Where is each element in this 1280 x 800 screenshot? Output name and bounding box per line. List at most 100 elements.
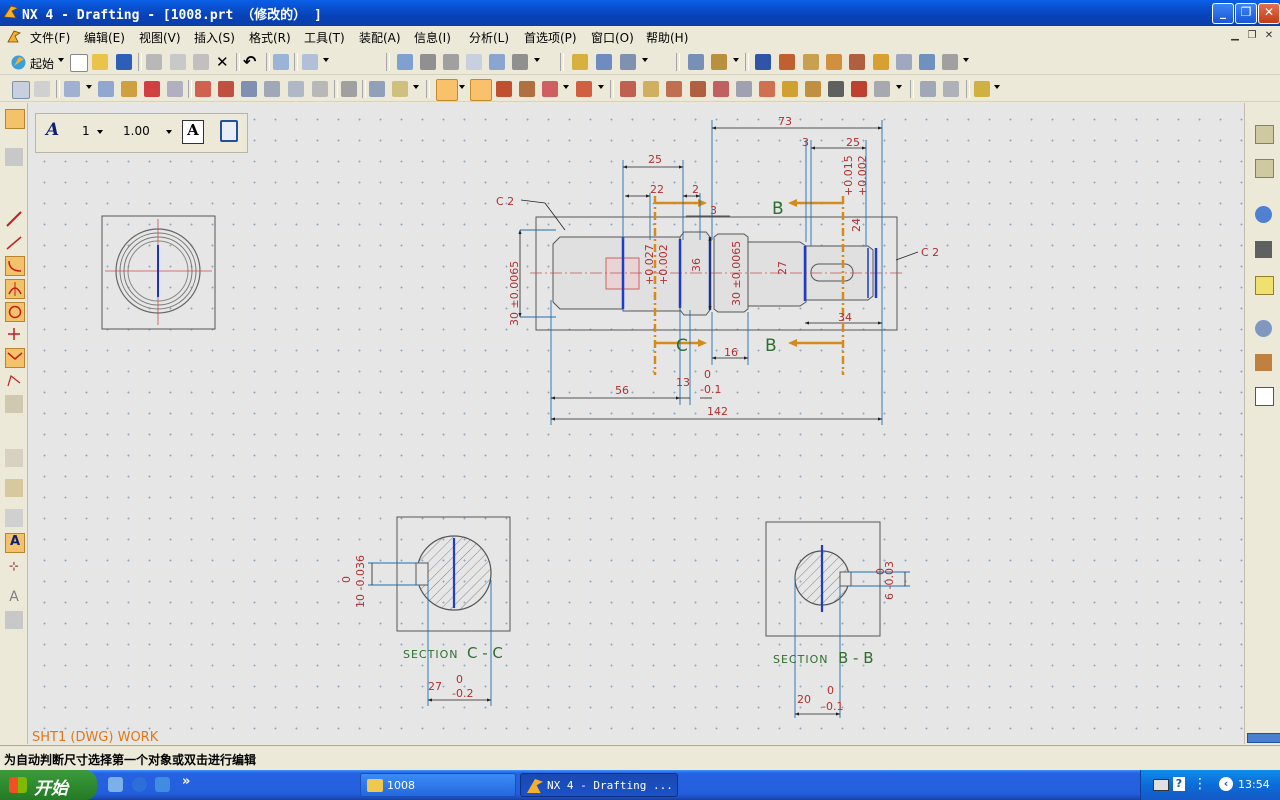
hatch-icon[interactable] <box>873 54 889 70</box>
dim-13[interactable]: 13 <box>676 376 690 389</box>
dim-dia-36[interactable]: 36 <box>690 258 703 272</box>
restore-button[interactable]: ❐ <box>1235 3 1257 24</box>
repeat-command-icon[interactable] <box>273 54 289 70</box>
render-style-icon[interactable] <box>512 54 528 70</box>
parts-list-icon[interactable] <box>942 54 958 70</box>
bb-dim-6[interactable]: 6 -0.03 <box>883 561 896 600</box>
dropdown-icon[interactable] <box>323 58 329 62</box>
view-dependent-edit-icon[interactable] <box>264 81 280 97</box>
part-navigator-icon[interactable] <box>1255 159 1274 178</box>
start-button[interactable]: 开始 <box>0 770 97 800</box>
web-browser-icon[interactable] <box>1255 206 1272 223</box>
dim-dia-24[interactable]: 24 <box>850 218 863 232</box>
menu-preferences[interactable]: 首选项(P) <box>524 29 577 46</box>
symbol-icon[interactable] <box>779 54 795 70</box>
line-weight-value[interactable]: 1 <box>82 124 90 138</box>
dim-56[interactable]: 56 <box>615 384 629 397</box>
menu-info[interactable]: 信息(I) <box>414 29 451 46</box>
assembly-navigator-icon[interactable] <box>1255 125 1274 144</box>
dim-tol-015[interactable]: +0.015 <box>842 155 855 196</box>
dim-tol-002-left[interactable]: +0.002 <box>657 244 670 285</box>
fillet-icon[interactable] <box>5 348 25 368</box>
menu-file[interactable]: 文件(F) <box>30 29 70 46</box>
menu-format[interactable]: 格式(R) <box>249 29 291 46</box>
trim-icon[interactable] <box>5 449 23 467</box>
chamfer-c2-left[interactable]: C 2 <box>496 195 514 208</box>
measure-angle-icon[interactable] <box>711 54 727 70</box>
crosshatch-icon[interactable] <box>874 81 890 97</box>
chamfer-icon[interactable] <box>5 371 23 389</box>
text-edit-icon[interactable]: A <box>5 533 25 553</box>
pan-icon[interactable] <box>443 54 459 70</box>
break-view-icon[interactable] <box>167 81 183 97</box>
dim-13-upper[interactable]: 0 <box>704 368 711 381</box>
dim-13-lower[interactable]: -0.1 <box>700 383 721 396</box>
dropdown-icon[interactable] <box>642 58 648 62</box>
menu-assembly[interactable]: 装配(A) <box>359 29 401 46</box>
new-sheet-icon[interactable] <box>12 81 30 99</box>
target-point-icon[interactable] <box>851 81 867 97</box>
bb-dim-20-lower[interactable]: -0.1 <box>822 700 843 713</box>
zoom-icon[interactable] <box>420 54 436 70</box>
offset-icon[interactable] <box>5 395 23 413</box>
layout-icon[interactable] <box>369 81 385 97</box>
volume-icon[interactable]: ⋮ <box>1193 776 1207 792</box>
taskbar-item-nx[interactable]: NX 4 - Drafting ... <box>520 773 678 797</box>
dropdown-icon[interactable] <box>733 58 739 62</box>
menu-insert[interactable]: 插入(S) <box>194 29 235 46</box>
ortho-icon[interactable]: ⊹ <box>5 558 23 576</box>
horizontal-dimension-icon[interactable] <box>470 79 492 101</box>
dim-34[interactable]: 34 <box>838 311 852 324</box>
apply-icon[interactable] <box>220 120 238 142</box>
projected-view-icon[interactable] <box>98 81 114 97</box>
chamfer-dimension-icon[interactable] <box>519 81 535 97</box>
copy-icon[interactable] <box>170 54 186 70</box>
minimize-button[interactable]: _ <box>1212 3 1234 24</box>
text-editor-icon[interactable]: A <box>182 120 204 144</box>
menu-view[interactable]: 视图(V) <box>139 29 181 46</box>
start-button-label[interactable]: 起始 <box>30 55 54 72</box>
system-materials-icon[interactable] <box>1255 387 1274 406</box>
inferred-dimension-icon[interactable] <box>436 79 458 101</box>
image-insert-icon[interactable] <box>828 81 844 97</box>
taskbar-item-folder[interactable]: 1008 <box>360 773 516 797</box>
ordinate-dimension-icon[interactable] <box>542 81 558 97</box>
dim-dia-30-left[interactable]: 30 ±0.0065 <box>508 261 521 326</box>
point-icon[interactable] <box>5 325 23 343</box>
fcf-icon[interactable] <box>666 81 682 97</box>
ie-icon[interactable] <box>132 777 147 792</box>
menu-window[interactable]: 窗口(O) <box>591 29 634 46</box>
image-icon[interactable] <box>896 54 912 70</box>
display-icon[interactable] <box>596 54 612 70</box>
assembly-view-icon[interactable] <box>392 81 408 97</box>
move-view-icon[interactable] <box>218 81 234 97</box>
label-icon[interactable] <box>643 81 659 97</box>
table-icon[interactable] <box>803 54 819 70</box>
scale-dropdown-icon[interactable] <box>166 130 172 134</box>
surface-symbol-icon[interactable] <box>782 81 798 97</box>
dim-25-right[interactable]: 25 <box>846 136 860 149</box>
scale-value[interactable]: 1.00 <box>123 124 150 138</box>
display-view-icon[interactable] <box>312 81 328 97</box>
dim-dia-27[interactable]: 27 <box>776 261 789 275</box>
delete-icon[interactable]: ✕ <box>216 53 229 71</box>
line-weight-dropdown-icon[interactable] <box>97 130 103 134</box>
detail-view-icon[interactable] <box>121 81 137 97</box>
menu-analysis[interactable]: 分析(L) <box>469 29 509 46</box>
menu-help[interactable]: 帮助(H) <box>646 29 688 46</box>
cc-dim-27[interactable]: 27 <box>428 680 442 693</box>
datum-target-icon[interactable] <box>713 81 729 97</box>
dim-tol-027[interactable]: +0.027 <box>643 244 656 285</box>
section-cc-view[interactable] <box>368 516 511 706</box>
bb-dim-6-upper[interactable]: 0 <box>874 568 887 575</box>
fit-icon[interactable] <box>397 54 413 70</box>
edit-style-icon[interactable] <box>974 81 990 97</box>
dim-3-small[interactable]: 3 <box>710 204 717 217</box>
dropdown-icon[interactable] <box>963 58 969 62</box>
id-symbol-icon[interactable] <box>736 81 752 97</box>
nx-doc-icon[interactable] <box>6 29 22 44</box>
doc-close-icon[interactable]: ✕ <box>1262 30 1276 42</box>
clock-history-icon[interactable] <box>1255 320 1272 337</box>
update-view-icon[interactable] <box>288 81 304 97</box>
section-view-icon[interactable] <box>144 81 160 97</box>
